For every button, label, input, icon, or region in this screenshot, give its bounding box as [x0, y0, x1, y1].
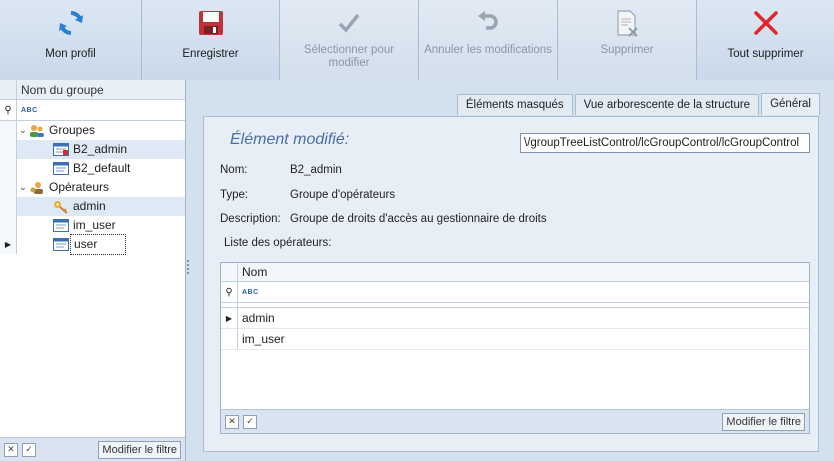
grid-filter-input[interactable]: ABC	[238, 282, 259, 302]
edited-element-title: Élément modifié:	[230, 131, 350, 148]
splitter-grip-icon	[187, 260, 189, 274]
user-card-icon	[53, 219, 69, 233]
tree-filter-row[interactable]: ⚲ ABC	[0, 100, 185, 121]
delete-label: Supprimer	[600, 44, 654, 56]
tree-node-groupes[interactable]: ⌄ Groupes	[0, 121, 185, 140]
my-profile-button[interactable]: Mon profil	[0, 0, 142, 80]
table-row[interactable]: im_user	[221, 329, 809, 350]
group-name-column-header[interactable]: Nom du groupe	[17, 80, 104, 99]
grid-header: Nom	[221, 263, 809, 282]
tab-structure-tree-view[interactable]: Vue arborescente de la structure	[574, 94, 760, 115]
clear-filter-icon[interactable]: ✕	[225, 414, 239, 429]
toolbar: Mon profil Enregistrer Sélectionner pour…	[0, 0, 834, 80]
tree-node-label: user	[70, 234, 127, 255]
tree-node-admin[interactable]: admin	[0, 197, 185, 216]
select-to-edit-label: Sélectionner pour modifier	[303, 44, 395, 69]
checkmark-icon	[334, 8, 364, 38]
chevron-down-icon[interactable]: ⌄	[17, 182, 29, 193]
tree-node-user[interactable]: ▶ user	[0, 234, 185, 255]
red-x-icon	[751, 8, 781, 38]
tree-node-label: Groupes	[49, 123, 96, 137]
chevron-down-icon[interactable]: ⌄	[17, 125, 29, 136]
edit-filter-button[interactable]: Modifier le filtre	[722, 412, 805, 431]
group-item-icon	[53, 143, 69, 157]
operators-grid: Nom ⚲ ABC ▶ admin im_user ✕ ✓ Modifier l…	[220, 262, 810, 434]
tree-node-b2-admin[interactable]: B2_admin	[0, 140, 185, 159]
operators-list-label: Liste des opérateurs:	[224, 237, 332, 249]
table-row[interactable]: ▶ admin	[221, 308, 809, 329]
name-column-header[interactable]: Nom	[238, 263, 267, 281]
general-pane: Élément modifié: \/groupTreeListControl/…	[203, 116, 819, 452]
tree-node-operateurs[interactable]: ⌄ Opérateurs	[0, 178, 185, 197]
edit-filter-button[interactable]: Modifier le filtre	[98, 440, 181, 459]
save-button[interactable]: Enregistrer	[142, 0, 280, 80]
filter-checkbox[interactable]: ✓	[22, 442, 36, 457]
tree-node-b2-default[interactable]: B2_default	[0, 159, 185, 178]
group-users-icon	[29, 124, 45, 138]
tree-filter-footer: ✕ ✓ Modifier le filtre	[0, 437, 185, 461]
operators-icon	[29, 181, 45, 195]
delete-all-button[interactable]: Tout supprimer	[697, 0, 834, 80]
operator-name-cell: im_user	[242, 332, 285, 346]
tree-node-label: Opérateurs	[49, 180, 110, 194]
clear-filter-icon[interactable]: ✕	[4, 442, 18, 457]
undo-changes-label: Annuler les modifications	[424, 44, 552, 56]
type-label: Type:	[220, 189, 249, 201]
detail-tabs: Éléments masqués Vue arborescente de la …	[456, 93, 820, 115]
tab-hidden-elements[interactable]: Éléments masqués	[456, 94, 573, 115]
filter-pin-icon: ⚲	[221, 282, 238, 302]
name-value: B2_admin	[290, 164, 342, 176]
type-value: Groupe d'opérateurs	[290, 189, 396, 201]
tab-general[interactable]: Général	[761, 93, 820, 115]
tree-node-label: admin	[73, 199, 106, 213]
current-row-indicator-icon: ▶	[221, 308, 238, 328]
key-icon	[53, 200, 69, 214]
undo-changes-button[interactable]: Annuler les modifications	[419, 0, 558, 80]
element-path-value: \/groupTreeListControl/lcGroupControl/lc…	[524, 137, 800, 149]
description-value: Groupe de droits d'accès au gestionnaire…	[290, 213, 547, 225]
refresh-icon	[56, 8, 86, 38]
detail-area: Éléments masqués Vue arborescente de la …	[190, 80, 834, 461]
element-path-field[interactable]: \/groupTreeListControl/lcGroupControl/lc…	[520, 133, 810, 153]
my-profile-label: Mon profil	[45, 48, 96, 60]
current-row-indicator-icon: ▶	[0, 235, 17, 254]
tree-node-label: B2_default	[73, 161, 131, 175]
tree-node-im-user[interactable]: im_user	[0, 216, 185, 235]
grid-filter-footer: ✕ ✓ Modifier le filtre	[221, 409, 809, 433]
delete-document-icon	[612, 8, 642, 38]
group-tree-panel: Nom du groupe ⚲ ABC ⌄ Groupes B2_admin B…	[0, 80, 186, 461]
name-label: Nom:	[220, 164, 248, 176]
save-label: Enregistrer	[182, 48, 239, 60]
select-to-edit-button[interactable]: Sélectionner pour modifier	[280, 0, 419, 80]
save-icon	[196, 8, 226, 38]
tree-node-label: B2_admin	[73, 142, 128, 156]
operator-name-cell: admin	[242, 311, 275, 325]
group-item-icon	[53, 162, 69, 176]
grid-filter-row[interactable]: ⚲ ABC	[221, 282, 809, 303]
tree-node-label: im_user	[73, 218, 116, 232]
tree-header: Nom du groupe	[0, 80, 185, 100]
user-card-icon	[53, 238, 69, 252]
tree-filter-input[interactable]: ABC	[17, 100, 38, 120]
undo-icon	[473, 8, 503, 38]
filter-checkbox[interactable]: ✓	[243, 414, 257, 429]
delete-button[interactable]: Supprimer	[558, 0, 697, 80]
filter-pin-icon: ⚲	[0, 100, 17, 120]
delete-all-label: Tout supprimer	[727, 48, 804, 60]
description-label: Description:	[220, 213, 281, 225]
